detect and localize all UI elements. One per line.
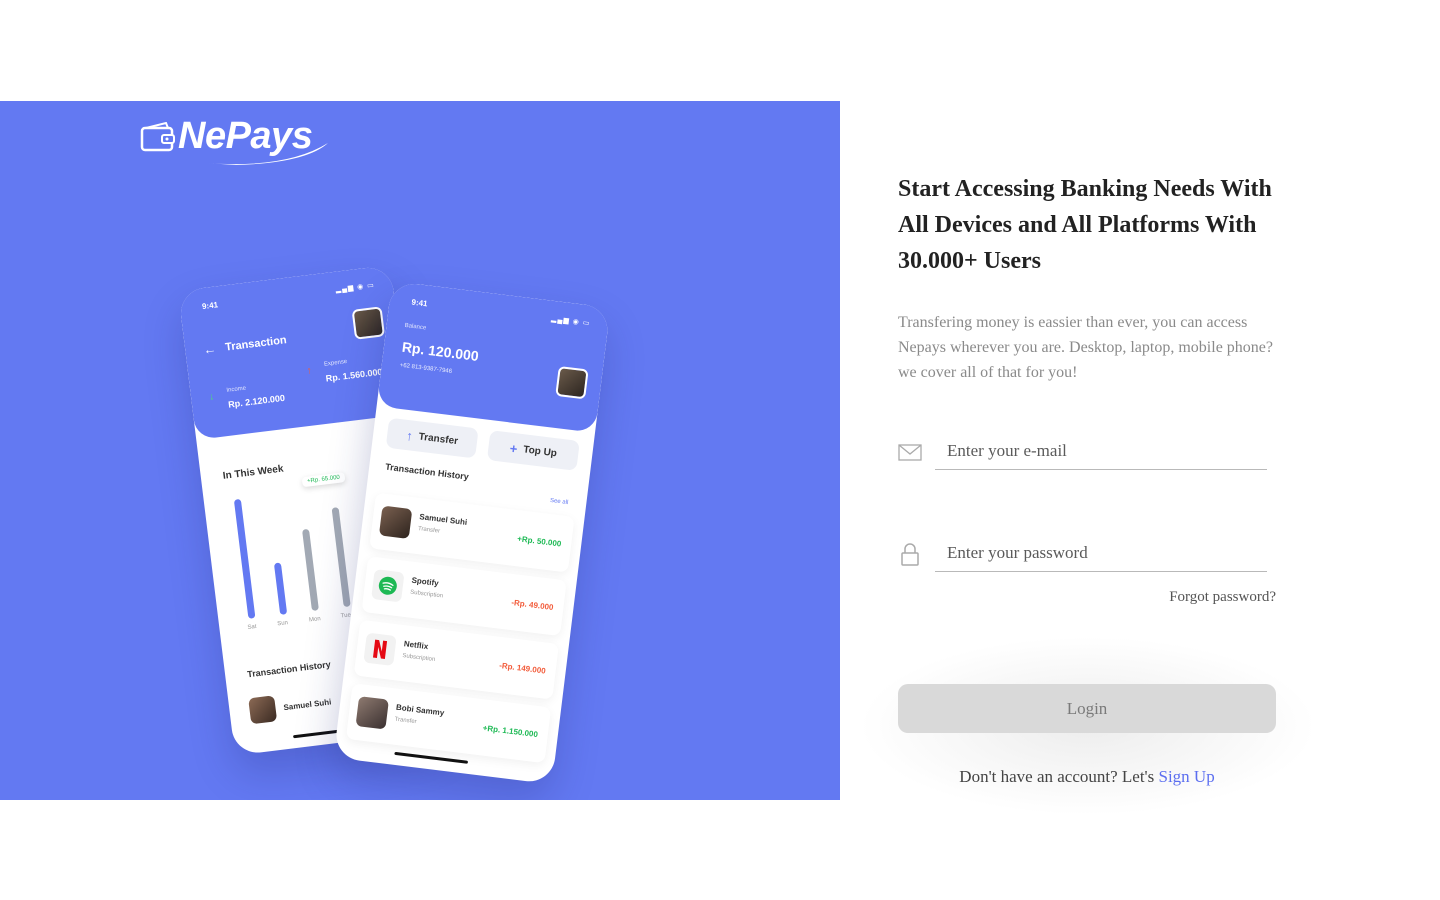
bar bbox=[331, 507, 351, 608]
day-label: Sat bbox=[247, 623, 257, 632]
password-input[interactable] bbox=[935, 534, 1267, 572]
home-indicator bbox=[394, 751, 469, 764]
history-title: Transaction History bbox=[246, 659, 332, 680]
status-time: 9:41 bbox=[201, 300, 219, 312]
topup-button: + Top Up bbox=[486, 430, 580, 471]
screen-title: Transaction bbox=[224, 334, 288, 354]
email-field bbox=[898, 432, 1268, 472]
transfer-label: Transfer bbox=[418, 430, 459, 447]
login-button[interactable]: Login bbox=[898, 684, 1276, 733]
balance-header: 9:41 ▂▄▆ ◉ ▭ Balance Rp. 120.000 +62 813… bbox=[376, 281, 611, 433]
topup-label: Top Up bbox=[522, 443, 558, 459]
transaction-header: 9:41 ▂▄▆ ◉ ▭ ← Transaction ↓ Income Rp. … bbox=[178, 264, 409, 440]
tx-type: Transfer bbox=[417, 526, 441, 535]
hero-panel: NePays 9:41 ▂▄▆ ◉ ▭ ← Transaction ↓ Inco… bbox=[0, 101, 840, 800]
tx-amount: -Rp. 149.000 bbox=[498, 660, 547, 676]
back-arrow-icon: ← bbox=[202, 340, 218, 358]
mail-icon bbox=[898, 444, 922, 461]
avatar bbox=[355, 696, 389, 730]
day-label: Sun bbox=[277, 620, 289, 628]
income-label: Income bbox=[226, 385, 247, 394]
avatar bbox=[555, 365, 589, 400]
tx-amount: -Rp. 49.000 bbox=[510, 597, 554, 613]
signup-text: Don't have an account? Let's bbox=[959, 767, 1155, 786]
day-label: Mon bbox=[308, 616, 322, 624]
email-input[interactable] bbox=[935, 432, 1267, 470]
wallet-icon bbox=[140, 121, 175, 151]
balance-value: Rp. 120.000 bbox=[401, 338, 480, 365]
signup-link[interactable]: Sign Up bbox=[1158, 767, 1214, 786]
tx-type: Subscription bbox=[409, 589, 444, 600]
tx-amount: +Rp. 1.150.000 bbox=[482, 723, 539, 740]
phone-number: +62 813-9387-7946 bbox=[399, 362, 453, 375]
tx-type: Transfer bbox=[394, 716, 417, 726]
signal-icon: ▂▄▆ ◉ ▭ bbox=[335, 282, 376, 294]
expense-arrow-icon: ↑ bbox=[306, 365, 313, 377]
see-all-link: See all bbox=[549, 497, 569, 507]
spotify-icon bbox=[371, 569, 405, 603]
forgot-password-link[interactable]: Forgot password? bbox=[1100, 589, 1276, 606]
brand-logo: NePays bbox=[140, 115, 328, 165]
bar bbox=[273, 562, 288, 615]
bar bbox=[233, 498, 256, 619]
tx-name: Spotify bbox=[411, 575, 440, 588]
chart-tooltip: +Rp. 65.000 bbox=[301, 472, 346, 488]
avatar bbox=[248, 695, 278, 725]
password-field bbox=[898, 534, 1268, 574]
page-description: Transfering money is eassier than ever, … bbox=[898, 314, 1273, 381]
transfer-button: ↑ Transfer bbox=[385, 417, 479, 459]
lock-icon bbox=[901, 543, 919, 566]
expense-label: Expense bbox=[323, 358, 348, 368]
tx-name: Bobi Sammy bbox=[395, 702, 445, 718]
tx-name: Netflix bbox=[403, 639, 429, 652]
tx-amount: +Rp. 50.000 bbox=[516, 534, 562, 549]
history-title: Transaction History bbox=[384, 461, 470, 482]
week-title: In This Week bbox=[222, 463, 285, 482]
tx-name: Samuel Suhi bbox=[418, 512, 468, 527]
signup-prompt: Don't have an account? Let's Sign Up bbox=[898, 767, 1276, 787]
signal-icon: ▂▄▆ ◉ ▭ bbox=[550, 315, 591, 328]
status-time: 9:41 bbox=[411, 297, 429, 309]
avatar bbox=[351, 306, 386, 340]
plus-icon: + bbox=[509, 440, 519, 456]
tx-type: Subscription bbox=[402, 653, 436, 664]
income-value: Rp. 2.120.000 bbox=[227, 392, 286, 410]
page-title: Start Accessing Banking Needs With All D… bbox=[898, 176, 1272, 274]
netflix-icon bbox=[363, 632, 397, 667]
bar bbox=[302, 528, 319, 612]
row-name: Samuel Suhi bbox=[282, 696, 332, 712]
income-arrow-icon: ↓ bbox=[208, 391, 215, 403]
arrow-up-icon: ↑ bbox=[405, 427, 414, 444]
expense-value: Rp. 1.560.000 bbox=[325, 366, 384, 384]
avatar bbox=[378, 505, 413, 539]
balance-label: Balance bbox=[404, 322, 427, 332]
logo-swoosh bbox=[206, 143, 328, 165]
